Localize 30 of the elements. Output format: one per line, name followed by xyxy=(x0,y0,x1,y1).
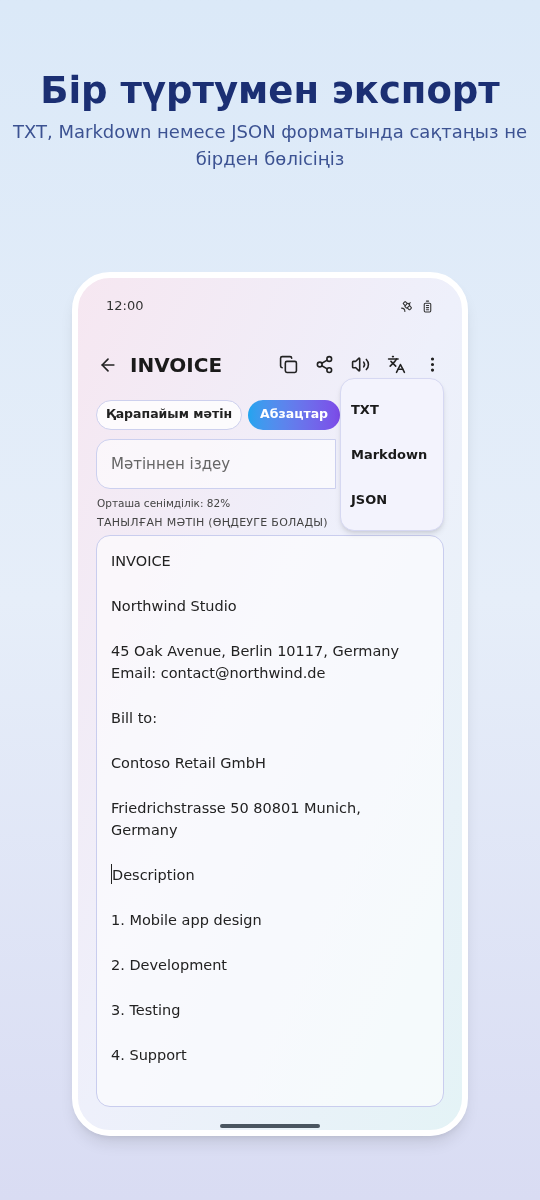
text-paragraph: 3. Testing xyxy=(111,1001,181,1020)
search-field[interactable]: Мәтіннен іздеу xyxy=(96,438,336,489)
text-paragraph: Contoso Retail GmbH xyxy=(111,754,266,773)
copy-icon[interactable] xyxy=(279,355,298,375)
subtitle: TXT, Markdown немесе JSON форматында сақтаңыз не бірден бөлісіңіз xyxy=(11,120,529,172)
section-label: ТАНЫЛҒАН МӘТІН (ӨҢДЕУГЕ БОЛАДЫ) xyxy=(97,514,328,531)
text-paragraph: Description xyxy=(112,866,195,885)
confidence-text: Орташа сенімділік: 82% xyxy=(97,495,231,511)
text-paragraph: Bill to: xyxy=(111,709,158,728)
filter-chip[interactable]: Абзацтар xyxy=(248,399,341,430)
satellite-icon xyxy=(400,299,413,313)
menu-item[interactable]: Markdown xyxy=(341,432,443,478)
battery-icon xyxy=(421,299,434,313)
speaker-icon[interactable] xyxy=(351,355,370,375)
text-editor[interactable] xyxy=(96,535,444,1107)
filter-chip[interactable]: Қарапайым мәтін xyxy=(96,399,243,430)
text-paragraph: Friedrichstrasse 50 80801 Munich, Germany xyxy=(111,799,361,840)
share-icon[interactable] xyxy=(315,355,334,375)
menu-item[interactable]: TXT xyxy=(341,387,443,433)
text-paragraph: 4. Support xyxy=(111,1046,187,1065)
text-paragraph: INVOICE xyxy=(111,552,171,571)
translate-icon[interactable] xyxy=(387,355,406,375)
menu-item[interactable]: JSON xyxy=(341,477,443,523)
text-paragraph: 2. Development xyxy=(111,956,228,975)
text-paragraph: 45 Oak Avenue, Berlin 10117, Germany Email: contact@northwind.de xyxy=(111,642,400,683)
text-paragraph: Northwind Studio xyxy=(111,597,237,616)
headline: Бір түртумен экспорт xyxy=(40,68,500,114)
status-time: 12:00 xyxy=(106,297,144,316)
text-paragraph: 1. Mobile app design xyxy=(111,911,262,930)
document-title: INVOICE xyxy=(130,351,224,379)
